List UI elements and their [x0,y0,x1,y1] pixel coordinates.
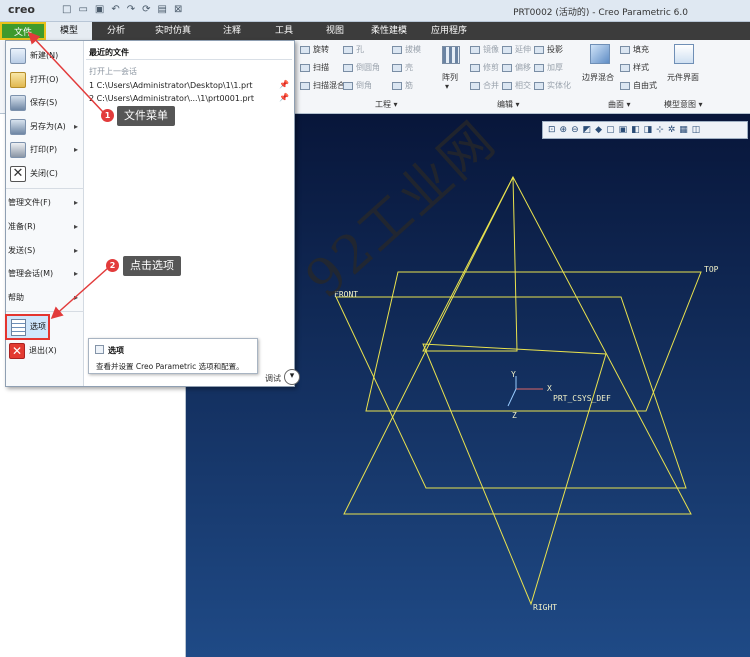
step-badge-1: 1 [101,109,114,122]
arrow-to-options [50,267,109,319]
arrow-to-file-tab [27,31,104,113]
callout-file-menu: 文件菜单 [117,106,175,126]
callout-click-options: 点击选项 [123,256,181,276]
step-badge-2: 2 [106,259,119,272]
annotation-arrows [27,31,109,319]
